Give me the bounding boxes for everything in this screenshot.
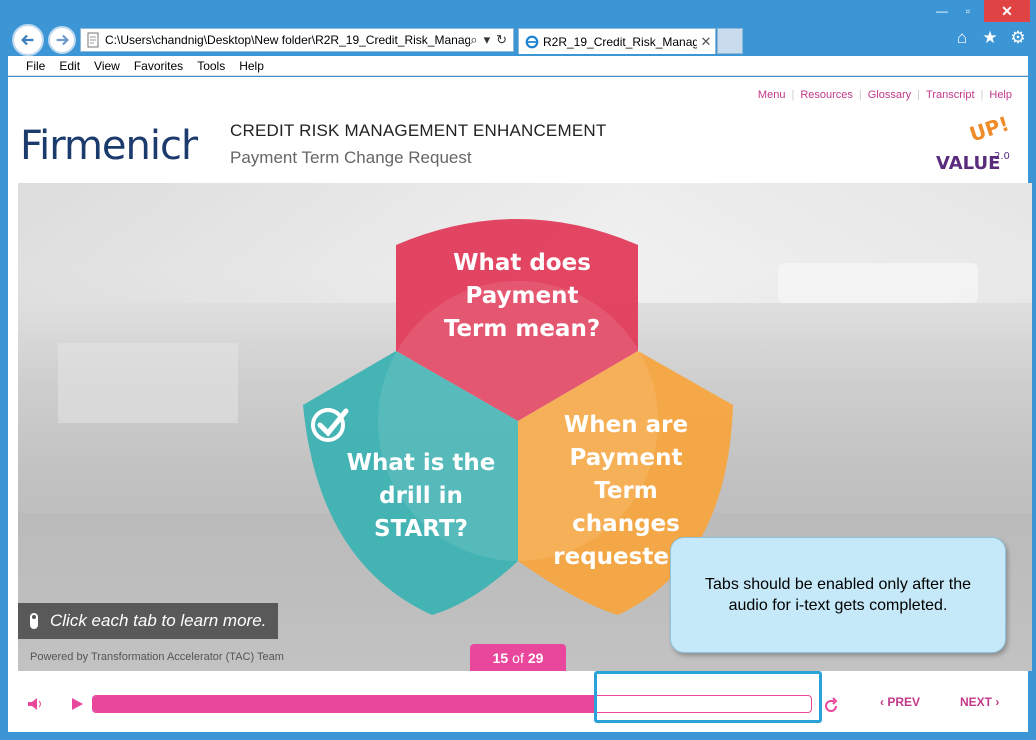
checkmark-icon — [311, 408, 349, 442]
value-logo-main: VALUE — [936, 153, 1000, 174]
next-label: NEXT — [960, 695, 993, 709]
close-window-button[interactable]: ✕ — [984, 0, 1030, 22]
course-subtitle: Payment Term Change Request — [230, 148, 472, 167]
minimize-button[interactable]: — — [930, 0, 954, 22]
prev-label: PREV — [887, 695, 921, 709]
settings-gear-icon[interactable]: ⚙ — [1008, 28, 1028, 48]
hand-pointer-icon — [30, 613, 38, 629]
search-icon[interactable]: ⌕ — [470, 32, 477, 48]
page-counter: 15 of 29 — [470, 644, 566, 672]
favorites-star-icon[interactable]: ★ — [980, 28, 1000, 48]
back-arrow-icon — [21, 34, 34, 46]
tab-close-icon[interactable]: ✕ — [697, 34, 715, 50]
menu-edit[interactable]: Edit — [59, 59, 80, 73]
back-button[interactable] — [12, 24, 44, 56]
page-total: 29 — [527, 650, 544, 666]
click-hint: Click each tab to learn more. — [18, 603, 278, 639]
forward-arrow-icon — [56, 34, 69, 46]
menu-tools[interactable]: Tools — [197, 59, 225, 73]
petal-top-label: What does Payment Term mean? — [443, 250, 601, 342]
browser-tab[interactable]: R2R_19_Credit_Risk_Manag... ✕ — [518, 28, 716, 54]
link-menu[interactable]: Menu — [758, 89, 786, 101]
menu-file[interactable]: File — [26, 59, 45, 73]
link-transcript[interactable]: Transcript — [926, 89, 975, 101]
firmenich-logo: Firmenich — [20, 123, 198, 169]
menu-help[interactable]: Help — [239, 59, 264, 73]
volume-icon[interactable] — [26, 695, 44, 713]
hint-text: Click each tab to learn more. — [50, 611, 267, 630]
play-icon[interactable] — [68, 695, 86, 713]
prev-button[interactable]: ‹ PREV — [880, 695, 920, 709]
link-resources[interactable]: Resources — [800, 89, 853, 101]
next-chevron-icon: › — [992, 695, 1000, 709]
refresh-icon[interactable]: ↻ — [496, 32, 507, 48]
menu-view[interactable]: View — [94, 59, 120, 73]
link-glossary[interactable]: Glossary — [868, 89, 911, 101]
dropdown-icon[interactable]: ▾ — [484, 32, 491, 48]
address-bar[interactable]: C:\Users\chandnig\Desktop\New folder\R2R… — [80, 28, 514, 52]
powered-by: Powered by Transformation Accelerator (T… — [30, 651, 284, 663]
maximize-button[interactable]: ▫ — [956, 0, 980, 22]
logo-text: Firmenich — [20, 123, 198, 169]
forward-button[interactable] — [48, 26, 76, 54]
petal-left-label: What is the drill in START? — [346, 450, 496, 542]
replay-icon[interactable] — [822, 697, 840, 715]
menu-bar: File Edit View Favorites Tools Help — [8, 56, 1028, 76]
player-controls: ‹ PREV NEXT › — [8, 671, 1028, 732]
page-of: of — [512, 650, 524, 666]
home-icon[interactable]: ⌂ — [952, 28, 972, 48]
value-up-logo: UP! VALUE 2.0 — [936, 115, 1010, 174]
menu-favorites[interactable]: Favorites — [134, 59, 183, 73]
page-icon — [87, 32, 99, 48]
course-page: Menu | Resources | Glossary | Transcript | H… — [8, 77, 1032, 732]
next-button[interactable]: NEXT › — [960, 695, 999, 709]
address-text: C:\Users\chandnig\Desktop\New folder\R2R… — [105, 33, 471, 47]
browser-window: C:\Users\chandnig\Desktop\New folder\R2R… — [0, 0, 1036, 740]
link-help[interactable]: Help — [989, 89, 1012, 101]
ie-icon — [525, 35, 539, 48]
value-logo-sup: 2.0 — [994, 151, 1010, 162]
page-current: 15 — [492, 650, 509, 666]
course-title: CREDIT RISK MANAGEMENT ENHANCEMENT — [230, 121, 607, 140]
review-callout: Tabs should be enabled only after the au… — [670, 537, 1006, 653]
value-logo-up: UP! — [966, 115, 1010, 147]
browser-chrome: C:\Users\chandnig\Desktop\New folder\R2R… — [0, 0, 1036, 56]
progress-highlight-box — [594, 671, 822, 723]
tab-title: R2R_19_Credit_Risk_Manag... — [543, 34, 697, 49]
new-tab-button[interactable] — [717, 28, 743, 54]
top-links: Menu | Resources | Glossary | Transcript | H… — [757, 89, 1012, 101]
progress-fill — [93, 696, 596, 712]
